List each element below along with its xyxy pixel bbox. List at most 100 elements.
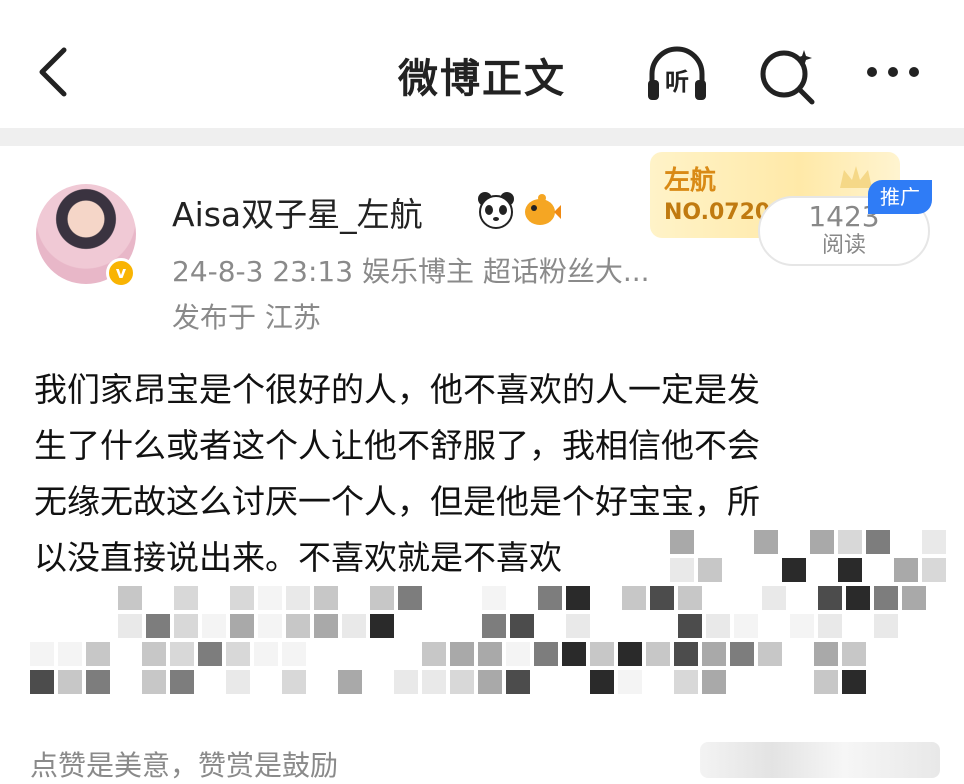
mosaic-block	[678, 614, 702, 638]
mosaic-block	[818, 614, 842, 638]
fish-emoji-icon	[525, 194, 561, 225]
search-icon	[760, 50, 815, 105]
mosaic-block	[86, 670, 110, 694]
post-meta: 24-8-3 23:13 娱乐博主 超话粉丝大...	[172, 255, 650, 288]
mosaic-block	[790, 614, 814, 638]
mosaic-block	[814, 642, 838, 666]
panda-emoji-icon	[478, 192, 514, 229]
mosaic-block	[146, 614, 170, 638]
ad-badge: 推广	[868, 180, 932, 214]
mosaic-block	[118, 614, 142, 638]
mosaic-block	[174, 614, 198, 638]
listen-button[interactable]: 听	[642, 40, 712, 110]
footer-text: 点赞是美意，赞赏是鼓励	[30, 749, 339, 782]
mosaic-block	[670, 558, 694, 582]
mosaic-block	[482, 586, 506, 610]
mosaic-block	[866, 530, 890, 554]
mosaic-block	[846, 586, 870, 610]
mosaic-block	[58, 670, 82, 694]
mosaic-block	[398, 586, 422, 610]
mosaic-block	[338, 670, 362, 694]
mosaic-block	[342, 614, 366, 638]
mosaic-block	[478, 642, 502, 666]
mosaic-block	[450, 642, 474, 666]
mosaic-block	[174, 586, 198, 610]
mosaic-block	[734, 614, 758, 638]
mosaic-block	[314, 614, 338, 638]
mosaic-block	[286, 614, 310, 638]
mosaic-block	[86, 642, 110, 666]
mosaic-block	[702, 642, 726, 666]
post-line: 我们家昂宝是个很好的人，他不喜欢的人一定是发	[34, 370, 760, 409]
mosaic-block	[646, 642, 670, 666]
top-nav-bar: 微博正文 听	[0, 0, 964, 128]
mosaic-block	[254, 642, 278, 666]
mosaic-block	[230, 586, 254, 610]
mosaic-block	[618, 642, 642, 666]
mosaic-block	[922, 530, 946, 554]
mosaic-block	[650, 586, 674, 610]
mosaic-block	[422, 670, 446, 694]
author-name[interactable]: Aisa双子星_左航	[172, 188, 423, 236]
more-button[interactable]	[858, 40, 928, 110]
mosaic-block	[618, 670, 642, 694]
mosaic-block	[370, 586, 394, 610]
mosaic-block	[838, 530, 862, 554]
section-divider	[0, 128, 964, 146]
mosaic-block	[30, 670, 54, 694]
mosaic-block	[818, 586, 842, 610]
mosaic-block	[842, 670, 866, 694]
post-location: 发布于 江苏	[172, 301, 321, 334]
mosaic-block	[510, 614, 534, 638]
mosaic-block	[922, 558, 946, 582]
mosaic-block	[730, 642, 754, 666]
mosaic-block	[622, 586, 646, 610]
mosaic-block	[758, 642, 782, 666]
mosaic-block	[842, 642, 866, 666]
reward-bar-blurred	[700, 742, 940, 778]
mosaic-block	[142, 670, 166, 694]
post-line: 无缘无故这么讨厌一个人，但是他是个好宝宝，所	[34, 482, 760, 521]
mosaic-block	[450, 670, 474, 694]
mosaic-block	[838, 558, 862, 582]
mosaic-block	[170, 670, 194, 694]
mosaic-block	[230, 614, 254, 638]
mosaic-block	[170, 642, 194, 666]
listen-label: 听	[665, 68, 689, 96]
mosaic-block	[670, 530, 694, 554]
mosaic-block	[902, 586, 926, 610]
mosaic-block	[566, 586, 590, 610]
mosaic-block	[286, 586, 310, 610]
mosaic-block	[566, 614, 590, 638]
search-button[interactable]	[752, 40, 822, 110]
mosaic-block	[118, 586, 142, 610]
mosaic-block	[478, 670, 502, 694]
mosaic-block	[202, 614, 226, 638]
mosaic-block	[394, 670, 418, 694]
mosaic-block	[282, 642, 306, 666]
listen-icon: 听	[648, 46, 706, 100]
mosaic-block	[590, 670, 614, 694]
mosaic-block	[30, 642, 54, 666]
mosaic-block	[674, 670, 698, 694]
mosaic-block	[534, 642, 558, 666]
mosaic-block	[198, 642, 222, 666]
mosaic-block	[258, 586, 282, 610]
mosaic-block	[762, 586, 786, 610]
mosaic-block	[482, 614, 506, 638]
mosaic-block	[562, 642, 586, 666]
mosaic-block	[590, 642, 614, 666]
mosaic-block	[226, 670, 250, 694]
mosaic-block	[422, 642, 446, 666]
post-line: 生了什么或者这个人让他不舒服了，我相信他不会	[34, 426, 760, 465]
mosaic-block	[506, 670, 530, 694]
mosaic-block	[506, 642, 530, 666]
mosaic-block	[814, 670, 838, 694]
censored-mosaic	[30, 530, 946, 700]
mosaic-block	[874, 586, 898, 610]
mosaic-block	[810, 530, 834, 554]
mosaic-block	[674, 642, 698, 666]
mosaic-block	[314, 586, 338, 610]
verified-badge: v	[106, 258, 136, 288]
mosaic-block	[754, 530, 778, 554]
